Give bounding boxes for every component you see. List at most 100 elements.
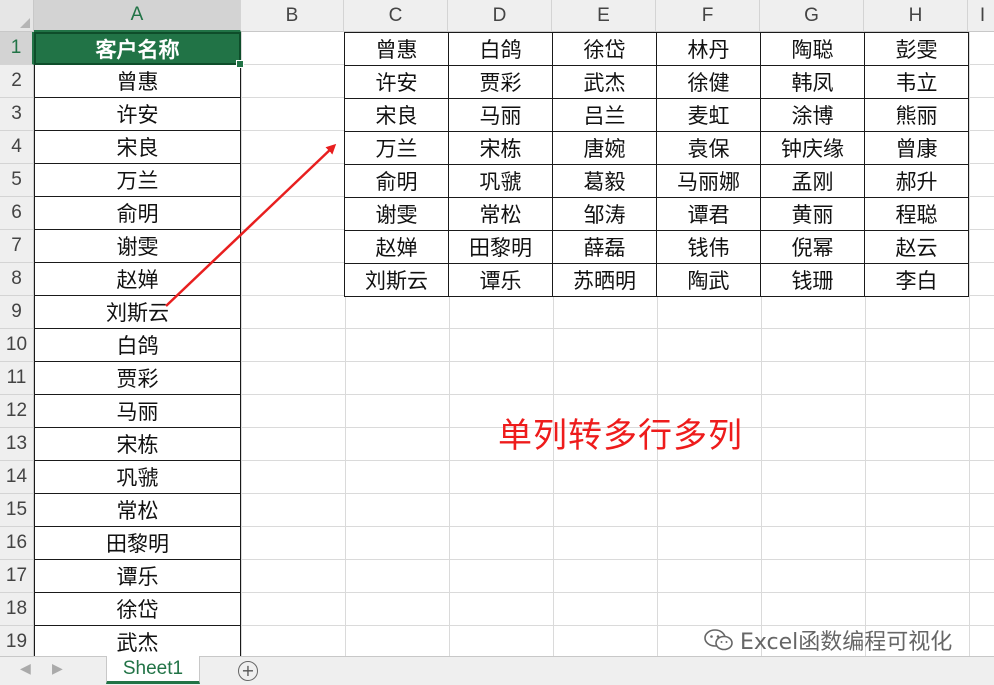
cell-d7[interactable]: 田黎明: [449, 231, 553, 264]
cell-h3[interactable]: 熊丽: [865, 99, 969, 132]
cell-e7[interactable]: 薛磊: [553, 231, 657, 264]
cell-c2[interactable]: 许安: [345, 66, 449, 99]
row-header-9[interactable]: 9: [0, 296, 34, 329]
row-header-7[interactable]: 7: [0, 230, 34, 263]
column-header-i[interactable]: I: [968, 0, 994, 32]
cell-f5[interactable]: 马丽娜: [657, 165, 761, 198]
cell-d5[interactable]: 巩虢: [449, 165, 553, 198]
cell-d8[interactable]: 谭乐: [449, 264, 553, 297]
column-header-d[interactable]: D: [448, 0, 552, 32]
cell-a17[interactable]: 谭乐: [34, 560, 241, 593]
column-header-b[interactable]: B: [241, 0, 344, 32]
row-header-11[interactable]: 11: [0, 362, 34, 395]
row-header-19[interactable]: 19: [0, 626, 34, 659]
cell-e8[interactable]: 苏晒明: [553, 264, 657, 297]
cell-a16[interactable]: 田黎明: [34, 527, 241, 560]
row-header-2[interactable]: 2: [0, 65, 34, 98]
cell-g8[interactable]: 钱珊: [761, 264, 865, 297]
column-header-g[interactable]: G: [760, 0, 864, 32]
row-header-1[interactable]: 1: [0, 32, 34, 65]
cell-a8[interactable]: 赵婵: [34, 263, 241, 296]
cell-g6[interactable]: 黄丽: [761, 198, 865, 231]
cell-a18[interactable]: 徐岱: [34, 593, 241, 626]
cell-f7[interactable]: 钱伟: [657, 231, 761, 264]
cell-a9[interactable]: 刘斯云: [34, 296, 241, 329]
cell-e4[interactable]: 唐婉: [553, 132, 657, 165]
prev-sheet-icon[interactable]: ◀: [20, 661, 31, 677]
cell-h4[interactable]: 曾康: [865, 132, 969, 165]
row-header-18[interactable]: 18: [0, 593, 34, 626]
cell-a4[interactable]: 宋良: [34, 131, 241, 164]
cell-a1-header[interactable]: 客户名称: [34, 32, 244, 68]
cell-g2[interactable]: 韩凤: [761, 66, 865, 99]
cell-a19[interactable]: 武杰: [34, 626, 241, 659]
cell-h5[interactable]: 郝升: [865, 165, 969, 198]
cell-f8[interactable]: 陶武: [657, 264, 761, 297]
next-sheet-icon[interactable]: ▶: [52, 661, 63, 677]
fill-handle[interactable]: [236, 60, 244, 68]
cell-a5[interactable]: 万兰: [34, 164, 241, 197]
cell-a3[interactable]: 许安: [34, 98, 241, 131]
cell-a6[interactable]: 俞明: [34, 197, 241, 230]
row-header-10[interactable]: 10: [0, 329, 34, 362]
cell-c5[interactable]: 俞明: [345, 165, 449, 198]
cell-e3[interactable]: 吕兰: [553, 99, 657, 132]
cell-a10[interactable]: 白鸽: [34, 329, 241, 362]
cell-h6[interactable]: 程聪: [865, 198, 969, 231]
cell-d6[interactable]: 常松: [449, 198, 553, 231]
cell-d1[interactable]: 白鸽: [449, 33, 553, 66]
row-header-6[interactable]: 6: [0, 197, 34, 230]
cell-g4[interactable]: 钟庆缘: [761, 132, 865, 165]
cell-a13[interactable]: 宋栋: [34, 428, 241, 461]
row-header-17[interactable]: 17: [0, 560, 34, 593]
cell-d4[interactable]: 宋栋: [449, 132, 553, 165]
column-header-a[interactable]: A: [34, 0, 241, 32]
cell-g5[interactable]: 孟刚: [761, 165, 865, 198]
cell-e1[interactable]: 徐岱: [553, 33, 657, 66]
cell-d3[interactable]: 马丽: [449, 99, 553, 132]
row-header-3[interactable]: 3: [0, 98, 34, 131]
cell-f1[interactable]: 林丹: [657, 33, 761, 66]
add-sheet-button[interactable]: +: [238, 661, 258, 681]
cell-h7[interactable]: 赵云: [865, 231, 969, 264]
row-header-13[interactable]: 13: [0, 428, 34, 461]
cell-e5[interactable]: 葛毅: [553, 165, 657, 198]
cell-c6[interactable]: 谢雯: [345, 198, 449, 231]
row-header-14[interactable]: 14: [0, 461, 34, 494]
row-header-4[interactable]: 4: [0, 131, 34, 164]
cell-e6[interactable]: 邹涛: [553, 198, 657, 231]
cell-a2[interactable]: 曾惠: [34, 65, 241, 98]
column-header-c[interactable]: C: [344, 0, 448, 32]
sheet-tab-sheet1[interactable]: Sheet1: [106, 656, 200, 684]
cell-f4[interactable]: 袁保: [657, 132, 761, 165]
cell-f3[interactable]: 麦虹: [657, 99, 761, 132]
cell-g1[interactable]: 陶聪: [761, 33, 865, 66]
cell-a7[interactable]: 谢雯: [34, 230, 241, 263]
cell-a12[interactable]: 马丽: [34, 395, 241, 428]
column-header-h[interactable]: H: [864, 0, 968, 32]
cell-f2[interactable]: 徐健: [657, 66, 761, 99]
cell-c7[interactable]: 赵婵: [345, 231, 449, 264]
cell-d2[interactable]: 贾彩: [449, 66, 553, 99]
cell-g3[interactable]: 涂博: [761, 99, 865, 132]
row-header-8[interactable]: 8: [0, 263, 34, 296]
cell-c4[interactable]: 万兰: [345, 132, 449, 165]
row-header-15[interactable]: 15: [0, 494, 34, 527]
column-header-f[interactable]: F: [656, 0, 760, 32]
cell-a14[interactable]: 巩虢: [34, 461, 241, 494]
cell-c1[interactable]: 曾惠: [345, 33, 449, 66]
row-header-5[interactable]: 5: [0, 164, 34, 197]
cell-g7[interactable]: 倪幂: [761, 231, 865, 264]
cell-h2[interactable]: 韦立: [865, 66, 969, 99]
select-all-corner[interactable]: [0, 0, 34, 32]
cell-f6[interactable]: 谭君: [657, 198, 761, 231]
column-header-e[interactable]: E: [552, 0, 656, 32]
cell-e2[interactable]: 武杰: [553, 66, 657, 99]
cell-c3[interactable]: 宋良: [345, 99, 449, 132]
cell-h8[interactable]: 李白: [865, 264, 969, 297]
cell-a15[interactable]: 常松: [34, 494, 241, 527]
cell-a11[interactable]: 贾彩: [34, 362, 241, 395]
row-header-12[interactable]: 12: [0, 395, 34, 428]
cell-h1[interactable]: 彭雯: [865, 33, 969, 66]
cell-c8[interactable]: 刘斯云: [345, 264, 449, 297]
